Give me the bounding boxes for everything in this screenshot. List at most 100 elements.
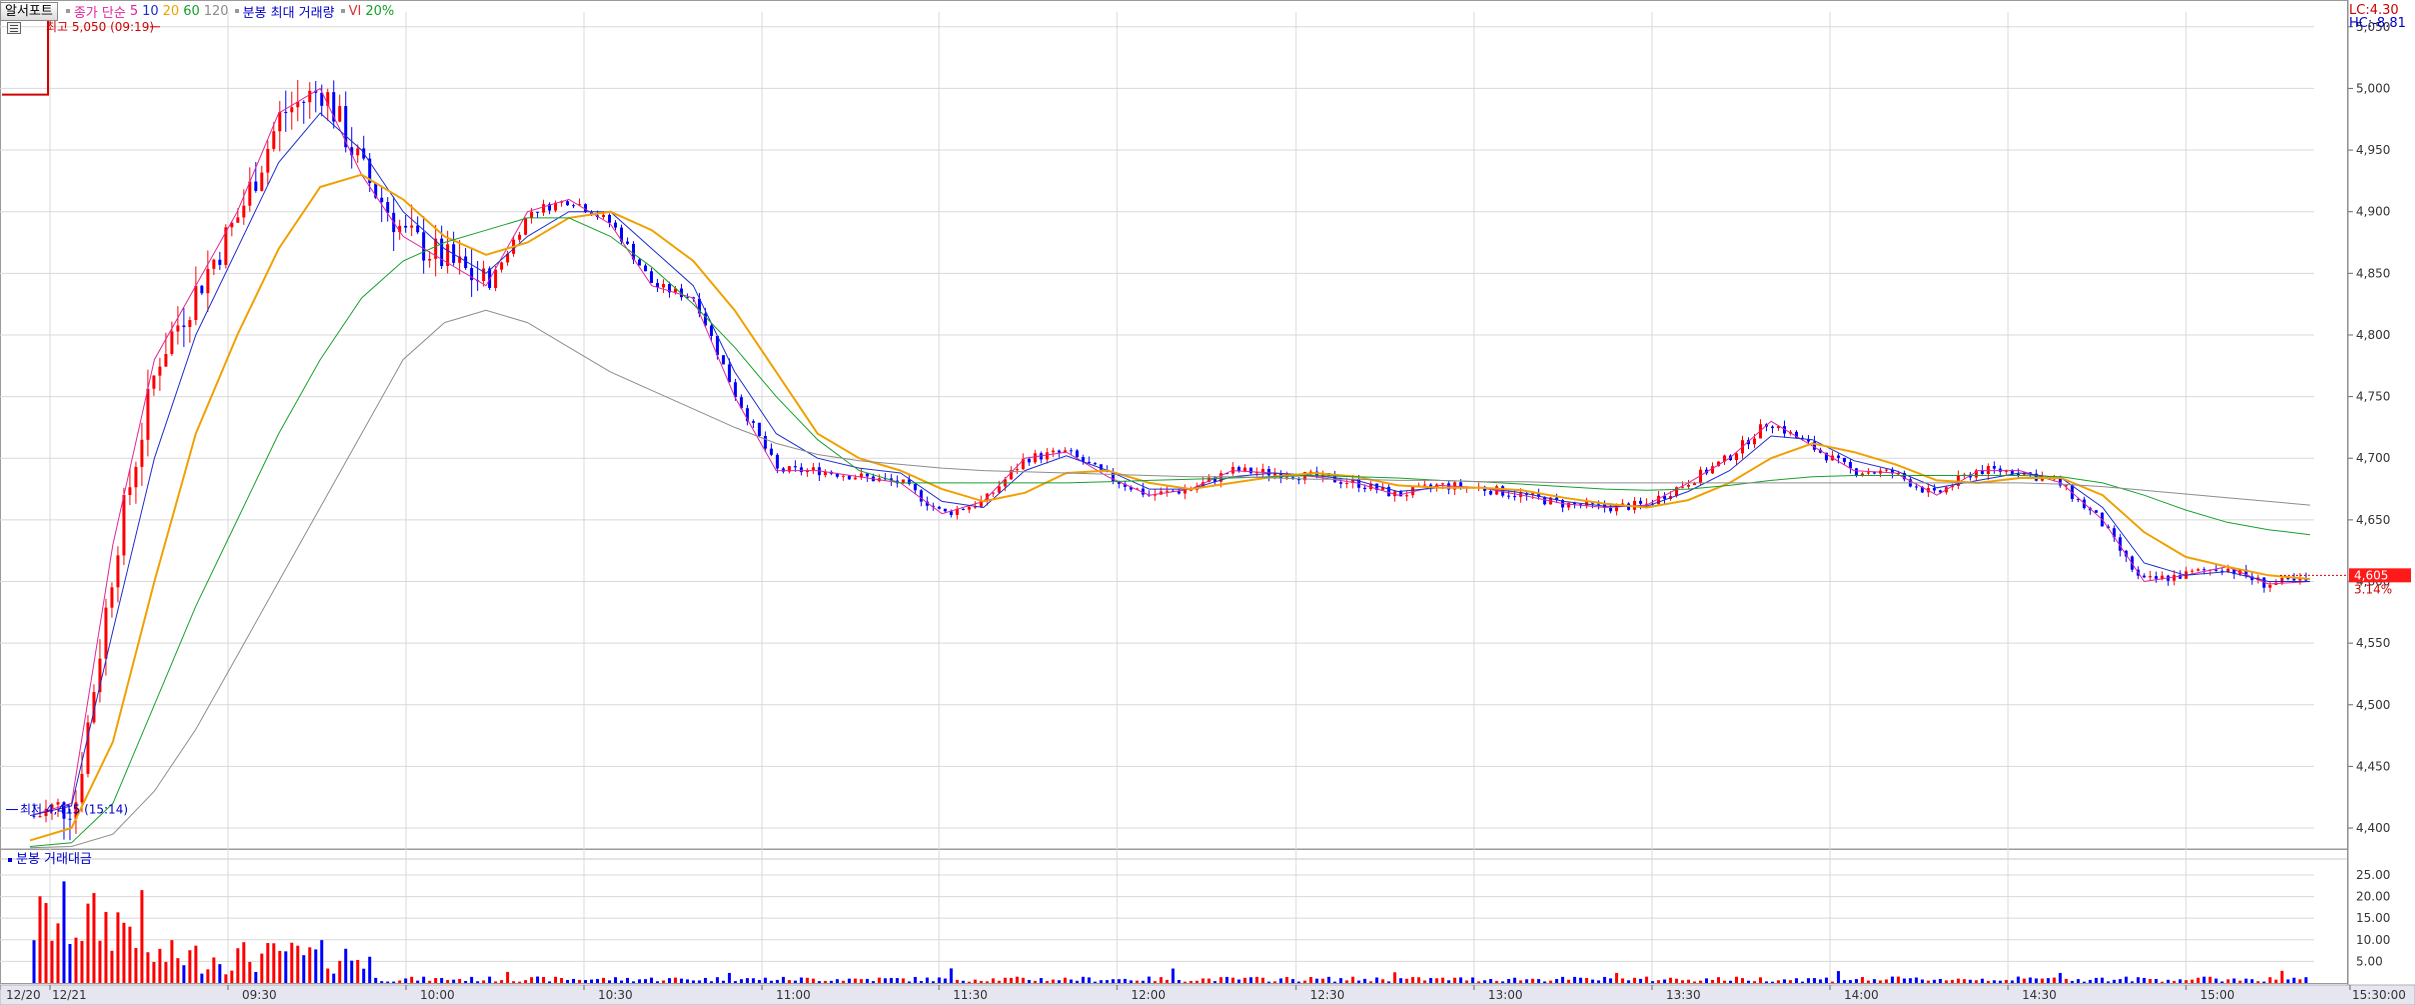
candle-body bbox=[2268, 584, 2272, 588]
volume-bar bbox=[398, 980, 402, 983]
volume-bar bbox=[691, 980, 695, 983]
candle-body bbox=[775, 454, 779, 469]
candle-body bbox=[967, 506, 971, 510]
candle-body bbox=[416, 225, 420, 233]
candle-body bbox=[2196, 569, 2200, 571]
volume-bar bbox=[410, 976, 414, 983]
candle-body bbox=[1872, 472, 1876, 474]
volume-bar bbox=[1351, 976, 1355, 983]
volume-bar bbox=[721, 980, 725, 983]
volume-bar bbox=[242, 942, 246, 983]
candle-body bbox=[272, 131, 276, 149]
volume-bar bbox=[1375, 977, 1379, 983]
candle-body bbox=[637, 259, 641, 266]
volume-bar bbox=[991, 978, 995, 983]
volume-bar bbox=[1513, 977, 1517, 983]
volume-bar bbox=[422, 976, 426, 983]
volume-bar bbox=[1579, 977, 1583, 983]
price-tick-label: 4,450 bbox=[2356, 759, 2390, 773]
volume-bar bbox=[2184, 980, 2188, 983]
volume-bar bbox=[1135, 980, 1139, 983]
volume-bar bbox=[2004, 979, 2008, 983]
candle-body bbox=[170, 331, 174, 355]
volume-bar bbox=[1477, 981, 1481, 983]
volume-bar bbox=[895, 978, 899, 983]
volume-bar bbox=[1561, 976, 1565, 983]
volume-bar bbox=[590, 979, 594, 983]
volume-bar bbox=[1093, 981, 1097, 983]
volume-bar bbox=[518, 981, 522, 983]
volume-bar bbox=[1033, 980, 1037, 983]
volume-bar bbox=[404, 978, 408, 983]
volume-bar bbox=[973, 979, 977, 983]
volume-bar bbox=[1675, 978, 1679, 983]
volume-bar bbox=[1129, 980, 1133, 983]
candle-body bbox=[1051, 450, 1055, 453]
volume-bar bbox=[2166, 979, 2170, 983]
volume-bar bbox=[2022, 978, 2026, 983]
candle-body bbox=[194, 285, 198, 321]
volume-bar bbox=[2046, 978, 2050, 983]
time-tick-label: 11:00 bbox=[776, 988, 811, 1002]
volume-bar bbox=[643, 979, 647, 983]
volume-bar bbox=[739, 979, 743, 983]
volume-bar bbox=[697, 980, 701, 983]
volume-bar bbox=[1453, 977, 1457, 983]
volume-bar bbox=[1249, 977, 1253, 983]
candle-body bbox=[236, 217, 240, 223]
volume-bar bbox=[278, 950, 282, 983]
candle-body bbox=[2016, 473, 2020, 475]
candle-body bbox=[404, 225, 408, 228]
volume-bar bbox=[326, 968, 330, 983]
volume-bar bbox=[500, 980, 504, 983]
candle-body bbox=[799, 467, 803, 473]
candle-body bbox=[1639, 500, 1643, 504]
volume-bar bbox=[1297, 981, 1301, 983]
volume-bar bbox=[482, 980, 486, 983]
candle-body bbox=[440, 238, 444, 267]
volume-bar bbox=[961, 980, 965, 983]
volume-bar bbox=[1339, 978, 1343, 983]
volume-bar bbox=[817, 981, 821, 983]
volume-bar bbox=[673, 977, 677, 983]
volume-bar bbox=[661, 980, 665, 983]
candle-body bbox=[1986, 466, 1990, 475]
volume-bar bbox=[368, 956, 372, 983]
volume-bar bbox=[1225, 976, 1229, 983]
chart-canvas[interactable]: 5,0505,0004,9504,9004,8504,8004,7504,700… bbox=[0, 0, 2415, 1005]
time-tick-label: 12/20 bbox=[6, 988, 41, 1002]
stock-name-tab[interactable]: 알서포트 bbox=[0, 1, 58, 21]
volume-bar bbox=[2160, 981, 2164, 983]
volume-bar bbox=[146, 952, 150, 983]
time-tick-label: 12:00 bbox=[1131, 988, 1166, 1002]
legend-square-icon bbox=[340, 9, 345, 13]
volume-bar bbox=[1021, 977, 1025, 983]
candle-body bbox=[572, 205, 576, 207]
volume-bar bbox=[1381, 979, 1385, 983]
candle-body bbox=[260, 172, 264, 191]
volume-bar bbox=[1531, 978, 1535, 983]
candle-body bbox=[68, 818, 72, 820]
candle-body bbox=[566, 201, 570, 206]
candle-body bbox=[1609, 507, 1613, 512]
volume-bar bbox=[1723, 980, 1727, 983]
candle-body bbox=[721, 355, 725, 365]
volume-bar bbox=[110, 950, 114, 983]
chart-menu-icon[interactable] bbox=[7, 22, 21, 34]
volume-bar bbox=[1944, 980, 1948, 983]
volume-bar bbox=[200, 973, 204, 983]
volume-bar bbox=[1405, 978, 1409, 983]
volume-bar bbox=[1639, 978, 1643, 983]
volume-bar bbox=[416, 980, 420, 983]
price-tick-label: 5,000 bbox=[2356, 81, 2390, 95]
volume-bar bbox=[601, 977, 605, 983]
candle-body bbox=[865, 473, 869, 477]
candle-body bbox=[188, 320, 192, 328]
volume-bar bbox=[164, 961, 168, 983]
volume-bar bbox=[1069, 979, 1073, 983]
volume-bar bbox=[1051, 979, 1055, 983]
candle-body bbox=[302, 101, 306, 103]
volume-bar bbox=[1153, 981, 1157, 983]
time-tick-label: 14:30 bbox=[2022, 988, 2057, 1002]
time-tick-label: 15:30:00 bbox=[2352, 988, 2406, 1002]
